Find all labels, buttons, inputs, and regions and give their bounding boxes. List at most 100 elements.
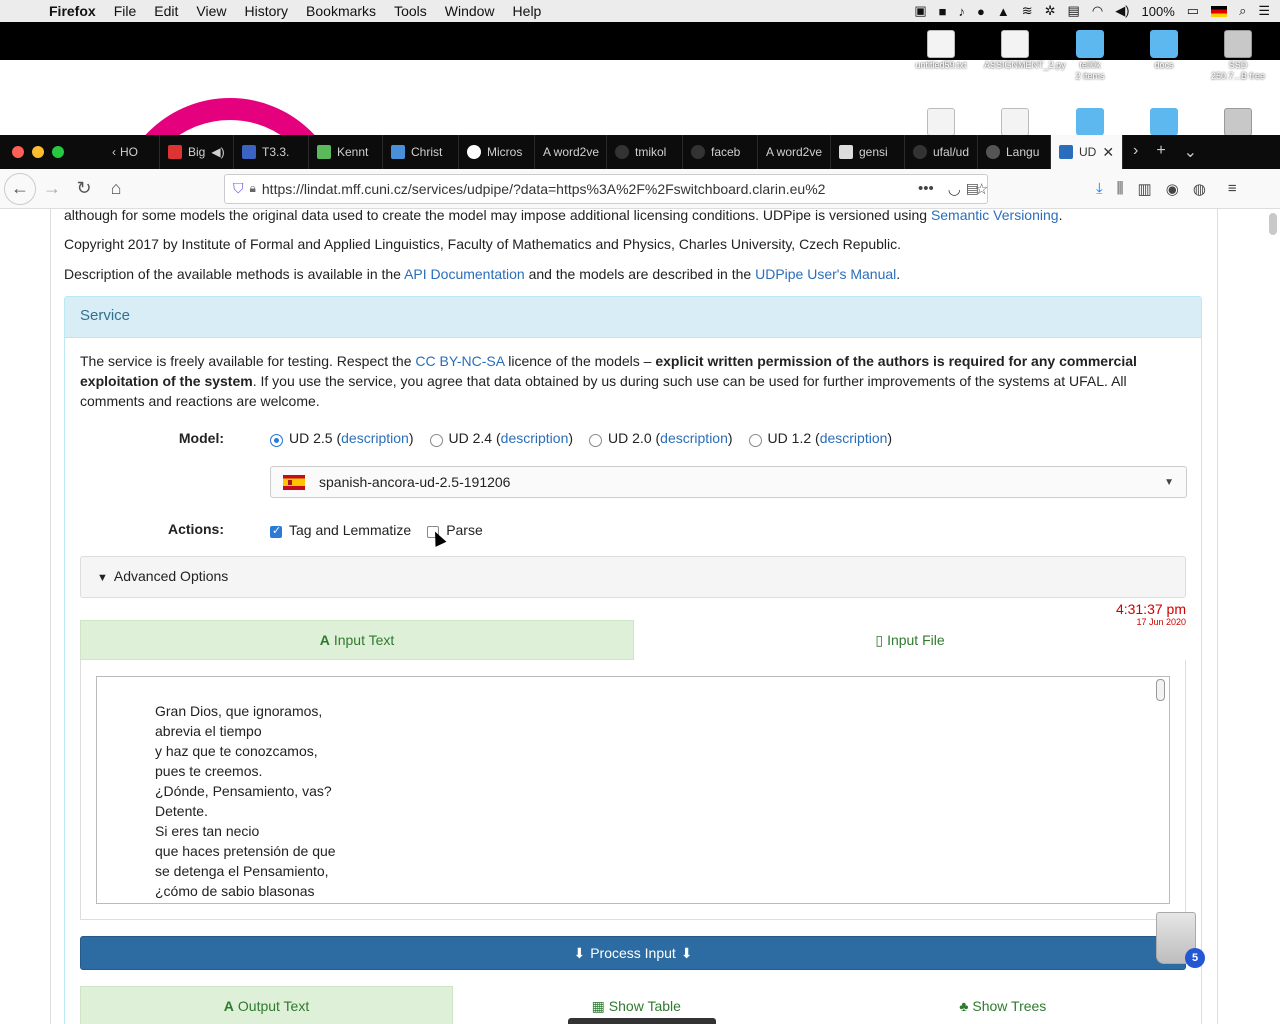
advanced-options-toggle[interactable]: ▼ Advanced Options xyxy=(80,556,1186,598)
tracking-shield-icon[interactable]: ⛉ xyxy=(233,180,244,197)
tab-word2vec-2[interactable]: A word2ve xyxy=(758,135,831,169)
extension-icon[interactable]: ◍ xyxy=(1193,180,1206,198)
vlc-icon[interactable]: ▲ xyxy=(997,4,1010,19)
list-all-tabs-icon[interactable]: ⌄ xyxy=(1184,142,1197,162)
library-icon[interactable]: ⫼ xyxy=(1117,180,1124,197)
parse-label[interactable]: Parse xyxy=(446,522,483,538)
radio-ud25[interactable] xyxy=(270,433,283,447)
radio-ud20[interactable] xyxy=(589,433,603,447)
description-link[interactable]: description xyxy=(660,430,728,446)
cc-license-link[interactable]: CC BY-NC-SA xyxy=(415,353,504,369)
desktop-icon-tell0k[interactable]: tell0k 2 items xyxy=(1059,26,1121,82)
semantic-versioning-link[interactable]: Semantic Versioning xyxy=(931,209,1059,223)
scroll-tabs-right-icon[interactable]: › xyxy=(1133,142,1138,162)
menu-app-firefox[interactable]: Firefox xyxy=(40,3,105,19)
spotlight-search-icon[interactable]: ⌕ xyxy=(1239,3,1246,19)
volume-icon[interactable]: ◀) xyxy=(1115,3,1129,19)
menu-view[interactable]: View xyxy=(187,3,235,19)
tab-input-file[interactable]: ▯ Input File xyxy=(634,620,1186,660)
process-input-button[interactable]: ⬇ Process Input ⬇ xyxy=(80,936,1186,970)
tag-lemmatize-label[interactable]: Tag and Lemmatize xyxy=(289,522,411,538)
dock-trash[interactable]: 5 xyxy=(1153,908,1205,968)
menu-bookmarks[interactable]: Bookmarks xyxy=(297,3,385,19)
desktop-icon-assignment[interactable]: ASSIGNMENT_2.py xyxy=(984,26,1066,71)
tab-christ[interactable]: Christ xyxy=(383,135,459,169)
reload-button[interactable]: ↻ xyxy=(68,173,100,205)
tab-micros[interactable]: Micros xyxy=(459,135,535,169)
input-textarea[interactable]: Gran Dios, que ignoramos, abrevia el tie… xyxy=(96,676,1170,904)
menu-help[interactable]: Help xyxy=(504,3,551,19)
description-link[interactable]: description xyxy=(820,430,888,446)
tab-tmikol[interactable]: tmikol xyxy=(607,135,683,169)
desktop-icon-file[interactable] xyxy=(910,104,972,135)
textarea-scrollbar[interactable] xyxy=(1156,679,1165,701)
desktop-icon-folder[interactable] xyxy=(1059,104,1121,135)
screen-icon[interactable]: ▣ xyxy=(914,3,926,19)
memory-icon[interactable]: ▤ xyxy=(1068,3,1080,19)
sidebar-icon[interactable]: ▥ xyxy=(1138,180,1152,198)
new-tab-icon[interactable]: + xyxy=(1156,142,1165,162)
close-window-button[interactable] xyxy=(12,146,24,158)
tag-lemmatize-checkbox[interactable] xyxy=(270,524,282,538)
chat-icon[interactable]: ● xyxy=(977,4,985,19)
docker-icon[interactable]: ≋ xyxy=(1022,3,1033,19)
url-bar[interactable]: ⛉ 🔒︎ https://lindat.mff.cuni.cz/services… xyxy=(224,173,988,204)
zoom-window-button[interactable] xyxy=(52,146,64,158)
model-option-ud20[interactable]: UD 2.0 (description) xyxy=(589,430,733,447)
tab-t33[interactable]: T3.3. xyxy=(234,135,309,169)
page-scrollbar[interactable] xyxy=(1269,213,1277,235)
tab-faceb[interactable]: faceb xyxy=(683,135,758,169)
description-link[interactable]: description xyxy=(501,430,569,446)
radio-ud24[interactable] xyxy=(429,433,443,447)
microphone-icon[interactable]: ♪ xyxy=(959,4,966,19)
downloads-icon[interactable]: ⤓ xyxy=(1096,180,1103,197)
tab-big[interactable]: Big ◀) xyxy=(160,135,234,169)
tab-kennt[interactable]: Kennt xyxy=(309,135,383,169)
desktop-icon-ssd[interactable]: SSD 250.7...B free xyxy=(1207,26,1269,82)
tab-word2vec-1[interactable]: A word2ve xyxy=(535,135,607,169)
speaker-icon[interactable]: ◀) xyxy=(211,145,224,159)
desktop-icon-untitled59[interactable]: untitled59.txt xyxy=(910,26,972,71)
model-option-ud25[interactable]: UD 2.5 (description) xyxy=(270,430,414,447)
user-manual-link[interactable]: UDPipe User's Manual xyxy=(755,266,896,282)
account-icon[interactable]: ◉ xyxy=(1166,180,1179,198)
tab-output-text[interactable]: A Output Text xyxy=(80,986,453,1024)
desktop-icon-docs[interactable]: docs xyxy=(1133,26,1195,71)
battery-percent[interactable]: 100% xyxy=(1142,4,1175,19)
api-documentation-link[interactable]: API Documentation xyxy=(404,266,525,282)
minimize-window-button[interactable] xyxy=(32,146,44,158)
tab-ufal[interactable]: ufal/ud xyxy=(905,135,978,169)
desktop-icon-file[interactable] xyxy=(984,104,1046,135)
tab-udpipe-active[interactable]: UD ✕ xyxy=(1051,135,1123,169)
back-button[interactable]: ← xyxy=(4,172,36,205)
desktop-icon-drive[interactable] xyxy=(1207,104,1269,135)
tab-ho[interactable]: ‹ HO xyxy=(104,135,160,169)
menu-history[interactable]: History xyxy=(235,3,297,19)
notification-center-icon[interactable]: ☰ xyxy=(1258,3,1270,19)
home-button[interactable]: ⌂ xyxy=(100,173,132,205)
camera-icon[interactable]: ■ xyxy=(939,4,947,19)
url-text[interactable]: https://lindat.mff.cuni.cz/services/udpi… xyxy=(262,181,960,197)
forward-button[interactable]: → xyxy=(36,173,68,205)
desktop-icon-folder[interactable] xyxy=(1133,104,1195,135)
lock-icon[interactable]: 🔒︎ xyxy=(250,181,256,196)
page-actions-icon[interactable]: ••• xyxy=(918,180,934,197)
tab-input-text[interactable]: A Input Text xyxy=(80,620,634,660)
model-option-ud24[interactable]: UD 2.4 (description) xyxy=(429,430,573,447)
menu-edit[interactable]: Edit xyxy=(145,3,187,19)
gear-icon[interactable]: ✲ xyxy=(1045,3,1056,19)
bookmark-star-icon[interactable]: ☆ xyxy=(975,180,988,198)
tab-gensim[interactable]: gensi xyxy=(831,135,905,169)
menu-window[interactable]: Window xyxy=(436,3,504,19)
radio-ud12[interactable] xyxy=(748,433,762,447)
hamburger-menu-icon[interactable]: ≡ xyxy=(1228,180,1237,197)
description-link[interactable]: description xyxy=(341,430,409,446)
model-option-ud12[interactable]: UD 1.2 (description) xyxy=(748,430,892,447)
menu-file[interactable]: File xyxy=(105,3,146,19)
tab-langu[interactable]: Langu xyxy=(978,135,1051,169)
pocket-icon[interactable]: ◡ xyxy=(948,180,961,198)
model-select-dropdown[interactable]: spanish-ancora-ud-2.5-191206 ▼ xyxy=(270,466,1187,498)
tab-show-trees[interactable]: ♣ Show Trees xyxy=(820,986,1187,1024)
close-tab-icon[interactable]: ✕ xyxy=(1102,144,1114,161)
menu-tools[interactable]: Tools xyxy=(385,3,436,19)
